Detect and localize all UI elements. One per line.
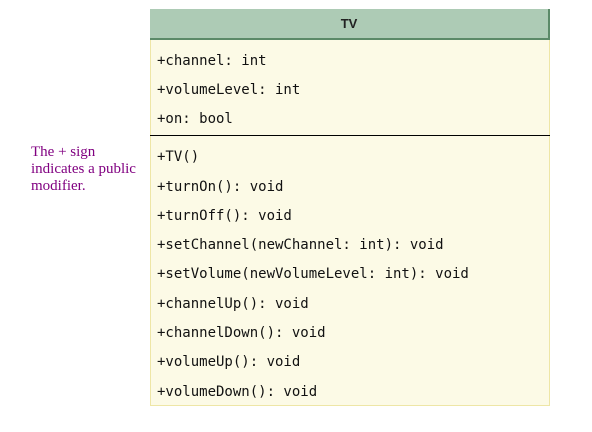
compartment-divider: [150, 135, 550, 136]
attribute-channel: +channel: int: [157, 53, 267, 69]
operation-volume-down: +volumeDown(): void: [157, 384, 318, 400]
public-modifier-note: The + sign indicates a public modifier.: [31, 144, 136, 194]
operation-channel-up: +channelUp(): void: [157, 296, 309, 312]
operation-constructor: +TV(): [157, 149, 200, 165]
operation-channel-down: +channelDown(): void: [157, 325, 326, 341]
attribute-volume-level: +volumeLevel: int: [157, 82, 301, 98]
attribute-on: +on: bool: [157, 111, 233, 127]
operation-volume-up: +volumeUp(): void: [157, 354, 301, 370]
class-name: TV: [340, 16, 358, 31]
operation-set-volume: +setVolume(newVolumeLevel: int): void: [157, 266, 469, 282]
operation-turn-off: +turnOff(): void: [157, 208, 292, 224]
operation-turn-on: +turnOn(): void: [157, 179, 284, 195]
operation-set-channel: +setChannel(newChannel: int): void: [157, 237, 444, 253]
uml-class-box: TV +channel: int +volumeLevel: int +on: …: [150, 9, 550, 406]
class-header: TV: [150, 9, 550, 40]
